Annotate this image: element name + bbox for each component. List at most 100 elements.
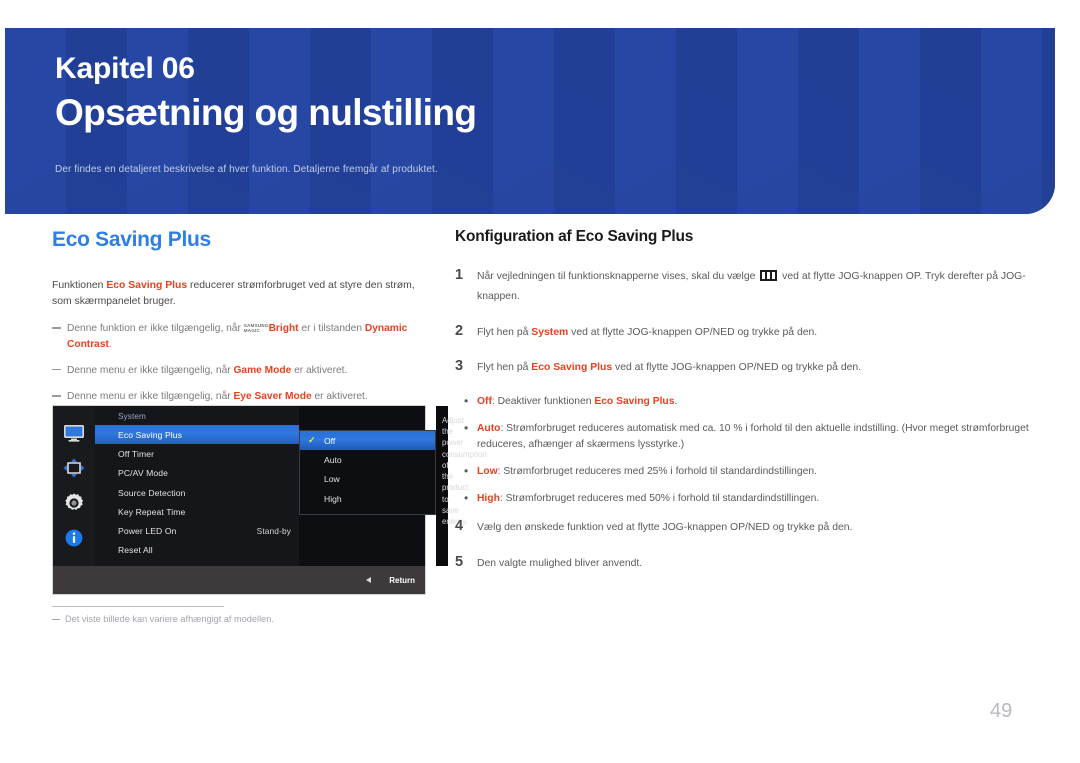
osd-main-area: System Eco Saving Plus Off Timer PC/AV M… (95, 406, 487, 566)
intro-paragraph: Funktionen Eco Saving Plus reducerer str… (52, 278, 430, 310)
bullet-2-mid: : Strømforbruget reduceres med 25% i for… (497, 465, 817, 477)
osd-menu-item-eco-saving-plus[interactable]: Eco Saving Plus (95, 425, 299, 445)
osd-description-panel: Adjust the power consumption of the prod… (436, 406, 487, 566)
osd-menu-item-power-led-on[interactable]: Power LED On Stand-by (95, 521, 299, 540)
step-text: Den valgte mulighed bliver anvendt. (477, 557, 643, 569)
osd-menu-item-source-detection[interactable]: Source Detection (95, 483, 299, 502)
move-arrows-icon[interactable] (62, 457, 86, 479)
left-column: Eco Saving Plus Funktionen Eco Saving Pl… (52, 228, 430, 404)
bullet-text: High: Strømforbruget reduceres med 50% i… (477, 491, 819, 507)
osd-menu-item-pc-av-mode[interactable]: PC/AV Mode (95, 464, 299, 483)
footnote-label: Det viste billede kan variere afhængigt … (65, 614, 274, 624)
gear-icon[interactable] (62, 492, 86, 514)
note-1-pre: Denne menu er ikke tilgængelig, når (67, 364, 234, 376)
step-item: 5 Den valgte mulighed bliver anvendt. (455, 554, 1030, 574)
step-text: Når vejledningen til funktionsknapperne … (477, 267, 1030, 307)
note-item: Denne menu er ikke tilgængelig, når Game… (52, 363, 430, 378)
document-page: Kapitel 06 Opsætning og nulstilling Der … (0, 0, 1080, 763)
bullet-dot-icon: • (464, 421, 469, 436)
samsung-magic-logo: SAMSUNG MAGIC Bright (244, 321, 299, 336)
bullet-dot-icon: • (464, 394, 469, 409)
osd-menu-item-label: Reset All (118, 545, 153, 556)
note-dash-icon (52, 368, 61, 371)
step-number: 1 (455, 267, 464, 283)
note-0-pre: Denne funktion er ikke tilgængelig, når (67, 323, 244, 335)
monitor-icon[interactable] (62, 422, 86, 444)
step-2-term: Eco Saving Plus (531, 362, 613, 374)
osd-menu-item-reset-all[interactable]: Reset All (95, 541, 299, 560)
note-2-pre: Denne menu er ikke tilgængelig, når (67, 391, 234, 403)
osd-menu-item-off-timer[interactable]: Off Timer (95, 444, 299, 463)
osd-menu-item-label: PC/AV Mode (118, 468, 169, 479)
osd-return-label[interactable]: Return (389, 576, 415, 585)
osd-submenu-item-label: Off (324, 435, 336, 446)
step-text: Flyt hen på System ved at flytte JOG-kna… (477, 323, 817, 343)
osd-submenu-item-auto[interactable]: Auto (300, 450, 435, 469)
chapter-title: Opsætning og nulstilling (55, 91, 477, 133)
osd-icon-sidebar (53, 406, 95, 566)
chapter-subtitle: Der findes en detaljeret beskrivelse af … (55, 163, 438, 175)
footnote-divider (52, 606, 224, 607)
note-2-term: Eye Saver Mode (233, 391, 312, 403)
chapter-header-band: Kapitel 06 Opsætning og nulstilling Der … (5, 28, 1055, 214)
osd-menu-item-value: Stand-by (256, 526, 291, 537)
info-icon[interactable] (62, 527, 86, 549)
note-0-post: . (108, 338, 112, 350)
step-number: 5 (455, 553, 464, 570)
bullet-3-mid: : Strømforbruget reduceres med 50% i for… (499, 492, 820, 504)
step-0-pre: Når vejledningen til funktionsknapperne … (477, 271, 759, 282)
bullet-0-term: Off (477, 396, 492, 408)
step-number: 3 (455, 358, 464, 375)
step-text: Vælg den ønskede funktion ved at flytte … (477, 521, 853, 533)
step-2-pre: Flyt hen på (477, 362, 532, 374)
osd-submenu-item-label: High (324, 493, 342, 504)
step-text: Flyt hen på Eco Saving Plus ved at flytt… (477, 358, 861, 378)
osd-submenu-panel: ✓ Off Auto Low High (299, 430, 436, 515)
back-arrow-icon[interactable] (366, 577, 372, 583)
osd-screenshot: System Eco Saving Plus Off Timer PC/AV M… (52, 405, 487, 595)
checkmark-icon: ✓ (308, 435, 316, 446)
step-item: 1 Når vejledningen til funktionsknappern… (455, 267, 1030, 307)
bullet-dot-icon: • (464, 490, 469, 505)
intro-term: Eco Saving Plus (106, 280, 188, 291)
chapter-kicker: Kapitel 06 (55, 52, 195, 85)
bullet-1-mid: : Strømforbruget reduceres automatisk me… (477, 423, 1029, 450)
bullet-0-term2: Eco Saving Plus (594, 396, 675, 408)
step-2-post: ved at flytte JOG-knappen OP/NED og tryk… (612, 362, 862, 374)
logo-word: Bright (268, 323, 299, 335)
osd-menu-item-key-repeat-time[interactable]: Key Repeat Time (95, 502, 299, 521)
note-dash-icon (52, 395, 61, 397)
bullet-text: Auto: Strømforbruget reduceres automatis… (477, 421, 1030, 453)
bullet-dot-icon: • (464, 463, 469, 478)
intro-pre: Funktionen (52, 280, 107, 291)
magic-stack: SAMSUNG MAGIC (244, 323, 269, 333)
note-2-post: er aktiveret. (311, 391, 368, 403)
note-0-mid: er i tilstanden (298, 323, 365, 335)
step-item: 4 Vælg den ønskede funktion ved at flytt… (455, 518, 1030, 538)
osd-submenu-item-low[interactable]: Low (300, 470, 435, 489)
bullet-1-term: Auto (477, 423, 501, 435)
right-column: Konfiguration af Eco Saving Plus 1 Når v… (455, 228, 1030, 589)
osd-submenu-item-label: Auto (324, 454, 342, 465)
note-1-post: er aktiveret. (291, 364, 348, 376)
bullet-item: • High: Strømforbruget reduceres med 50%… (455, 491, 1030, 507)
osd-submenu-item-high[interactable]: High (300, 489, 435, 508)
step-item: 3 Flyt hen på Eco Saving Plus ved at fly… (455, 358, 1030, 378)
osd-menu-item-label: Source Detection (118, 487, 186, 498)
bullet-item: • Low: Strømforbruget reduceres med 25% … (455, 464, 1030, 480)
step-item: 2 Flyt hen på System ved at flytte JOG-k… (455, 323, 1030, 343)
bullet-item: • Auto: Strømforbruget reduceres automat… (455, 421, 1030, 453)
page-number: 49 (990, 700, 1013, 722)
osd-menu-title: System (118, 412, 146, 421)
bullet-0-post: . (674, 396, 678, 408)
osd-menu-item-label: Eco Saving Plus (118, 429, 183, 440)
section-heading-konfiguration: Konfiguration af Eco Saving Plus (455, 228, 694, 245)
footnote-dash-icon (52, 618, 60, 621)
bullet-item: • Off: Deaktiver funktionen Eco Saving P… (455, 394, 1030, 410)
osd-menu-column: System Eco Saving Plus Off Timer PC/AV M… (95, 406, 299, 566)
osd-submenu-item-off[interactable]: ✓ Off (300, 431, 435, 451)
step-1-post: ved at flytte JOG-knappen OP/NED og tryk… (568, 326, 818, 338)
note-item: Denne menu er ikke tilgængelig, når Eye … (52, 389, 430, 404)
step-1-pre: Flyt hen på (477, 326, 532, 338)
bullet-2-term: Low (477, 465, 498, 477)
